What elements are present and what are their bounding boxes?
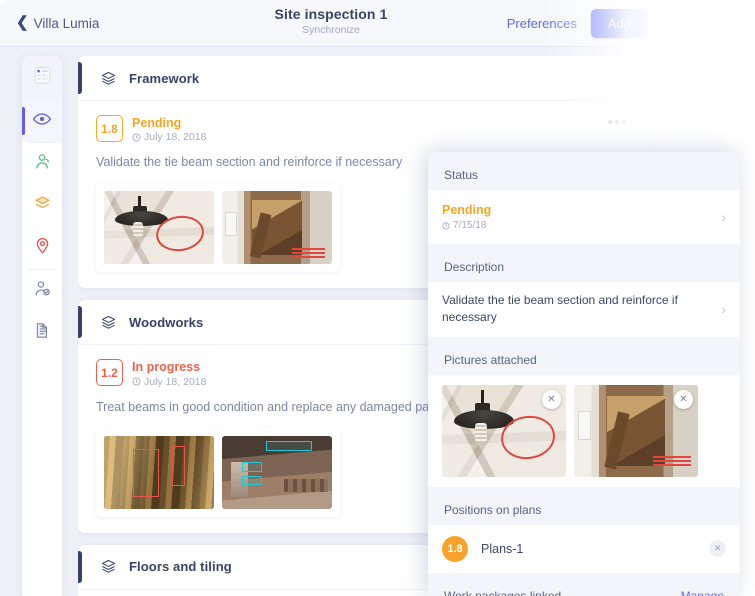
- more-options-icon[interactable]: •••: [608, 115, 628, 130]
- plan-badge: 1.8: [442, 535, 468, 562]
- status-badge: 1.2: [96, 359, 123, 387]
- thumbnail-strip: [96, 183, 340, 273]
- thumbnail-wooden-beams[interactable]: [104, 435, 214, 509]
- detail-status-date: 7/15/18: [442, 220, 491, 231]
- close-icon[interactable]: ✕: [674, 389, 693, 409]
- close-icon[interactable]: ✕: [542, 389, 561, 409]
- sidebar: [22, 56, 62, 596]
- plan-row[interactable]: 1.8 Plans-1 ✕: [428, 524, 740, 573]
- status-section-label: Status: [444, 168, 479, 182]
- top-bar: ❮ Villa Lumia Site inspection 1 Synchron…: [0, 0, 662, 46]
- pictures-row: ✕ ✕: [428, 374, 740, 487]
- status-badge: 1.8: [96, 115, 123, 142]
- date-text: July 18, 2018: [144, 131, 207, 144]
- add-button[interactable]: Add: [590, 8, 648, 38]
- status-label: In progress: [132, 360, 201, 375]
- sidebar-item-contacts[interactable]: [22, 270, 62, 312]
- detail-picture-beam-with-lamp[interactable]: ✕: [442, 384, 566, 477]
- chevron-right-icon: ›: [721, 209, 726, 225]
- sidebar-item-people[interactable]: [22, 143, 62, 185]
- status-text-block: In progress July 18, 2018: [132, 359, 206, 387]
- card-header[interactable]: Framework: [78, 56, 644, 101]
- card-title: Floors and tiling: [129, 559, 232, 574]
- clock-icon: [132, 133, 141, 142]
- work-packages-label: Work packages linked: [444, 588, 562, 596]
- card-title: Woodworks: [129, 314, 204, 330]
- status-label: Pending: [132, 116, 182, 130]
- detail-description-value: Validate the tie beam section and reinfo…: [442, 293, 678, 325]
- sidebar-item-dashboard[interactable]: [22, 56, 62, 100]
- chevron-left-icon: ❮: [16, 14, 29, 31]
- detail-panel[interactable]: Status Pending 7/15/18 › Description Val…: [428, 152, 740, 596]
- work-packages-header: Work packages linked Manage: [428, 573, 740, 596]
- card-title: Framework: [129, 70, 200, 86]
- clock-icon: [442, 221, 450, 230]
- description-section-label: Description: [444, 260, 505, 274]
- positions-section-label: Positions on plans: [444, 502, 542, 517]
- person-icon: [33, 152, 52, 176]
- eye-icon: [32, 109, 52, 134]
- chevron-right-icon: ›: [721, 301, 726, 318]
- detail-date-text: 7/15/18: [453, 220, 487, 231]
- sidebar-item-observations[interactable]: [22, 100, 62, 142]
- app-root: ❮ Villa Lumia Site inspection 1 Synchron…: [0, 0, 755, 596]
- status-date: July 18, 2018: [132, 131, 206, 143]
- status-value-block: Pending 7/15/18: [442, 203, 491, 231]
- sidebar-item-locations[interactable]: [22, 227, 62, 269]
- status-row: 1.8 Pending July 18, 2018: [96, 115, 626, 143]
- thumbnail-beam-with-lamp[interactable]: [104, 191, 214, 265]
- detail-picture-doorway[interactable]: ✕: [574, 384, 698, 477]
- map-pin-icon: [33, 236, 52, 260]
- clock-icon: [132, 377, 141, 386]
- detail-status-value: Pending: [442, 203, 492, 217]
- thumbnail-strip: [96, 427, 340, 517]
- layers-icon: [100, 558, 117, 575]
- layers-icon: [100, 314, 117, 331]
- back-button[interactable]: ❮ Villa Lumia: [16, 14, 100, 31]
- dashboard-grid-icon: [33, 66, 52, 90]
- pictures-section-label: Pictures attached: [444, 352, 537, 367]
- date-text: July 18, 2018: [144, 375, 207, 388]
- back-label: Villa Lumia: [33, 15, 100, 31]
- top-bar-actions: Preferences Add: [507, 8, 648, 38]
- plan-name: Plans-1: [481, 541, 524, 556]
- document-icon: [33, 321, 52, 345]
- description-section-row[interactable]: Validate the tie beam section and reinfo…: [428, 282, 740, 337]
- manage-link[interactable]: Manage: [681, 589, 724, 596]
- close-icon[interactable]: ✕: [709, 540, 726, 558]
- preferences-link[interactable]: Preferences: [507, 16, 577, 31]
- thumbnail-loft-interior[interactable]: [222, 435, 332, 509]
- layers-icon: [100, 70, 117, 87]
- sidebar-item-packages[interactable]: [22, 185, 62, 227]
- thumbnail-doorway[interactable]: [222, 191, 332, 265]
- status-date: July 18, 2018: [132, 376, 206, 388]
- sidebar-item-documents[interactable]: [22, 312, 62, 354]
- person-check-icon: [33, 279, 52, 303]
- status-section-row[interactable]: Pending 7/15/18 ›: [428, 190, 740, 244]
- status-text-block: Pending July 18, 2018: [132, 115, 206, 143]
- box-icon: [33, 194, 52, 218]
